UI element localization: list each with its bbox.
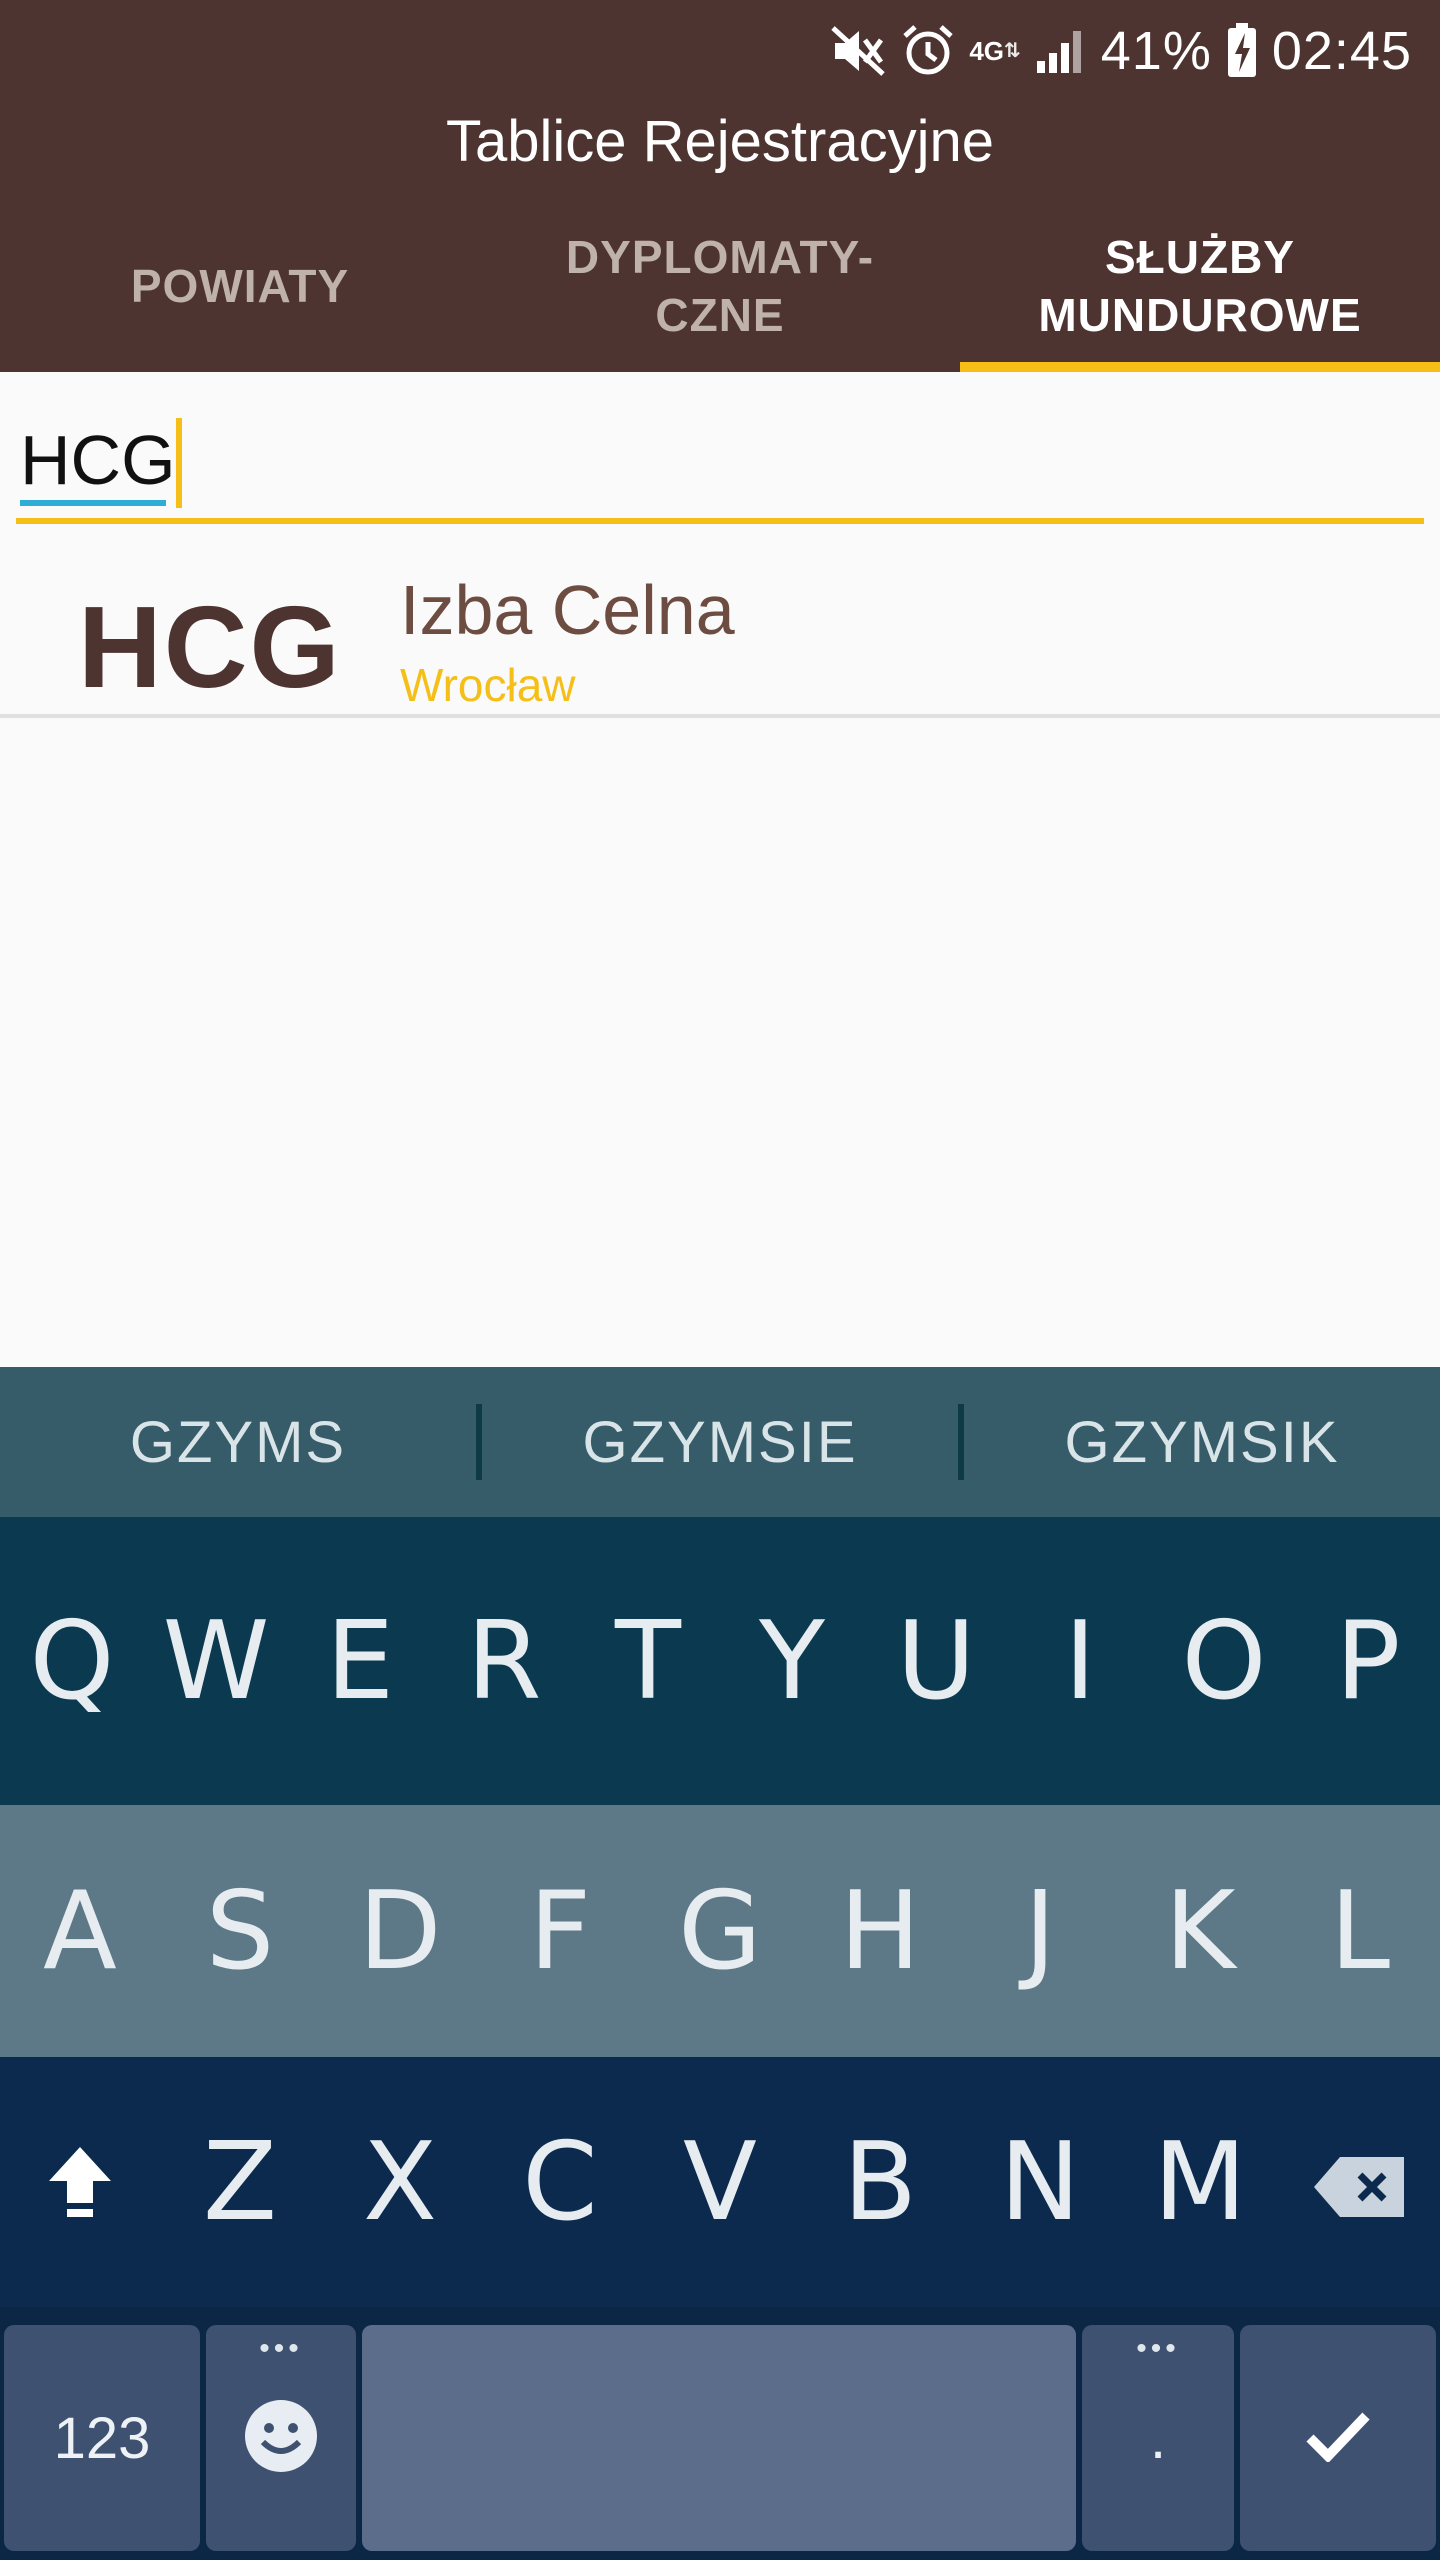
tab-label: POWIATY <box>130 260 350 312</box>
result-city: Wrocław <box>400 659 576 711</box>
suggestion-3[interactable]: GZYMSIK <box>964 1409 1440 1476</box>
battery-charging-icon <box>1226 23 1258 79</box>
tab-sluzby-mundurowe[interactable]: SŁUŻBY MUNDUROWE <box>960 200 1440 372</box>
key-row-2: A S D F G H J K L <box>0 1805 1440 2057</box>
key-a[interactable]: A <box>0 1805 160 2057</box>
key-z[interactable]: Z <box>160 2057 320 2307</box>
key-j[interactable]: J <box>960 1805 1120 2057</box>
emoji-icon <box>243 2398 319 2479</box>
list-item[interactable]: HCG Izba Celna Wrocław <box>0 540 1440 714</box>
suggestion-1[interactable]: GZYMS <box>0 1409 476 1476</box>
key-w[interactable]: W <box>144 1517 288 1805</box>
alarm-icon <box>901 24 955 78</box>
period-key[interactable]: ••• . <box>1082 2325 1234 2551</box>
shift-key[interactable] <box>0 2057 160 2307</box>
key-c[interactable]: C <box>480 2057 640 2307</box>
tab-powiaty[interactable]: POWIATY <box>0 200 480 372</box>
key-d[interactable]: D <box>320 1805 480 2057</box>
backspace-icon <box>1312 2120 1408 2245</box>
key-p[interactable]: P <box>1296 1517 1440 1805</box>
key-b[interactable]: B <box>800 2057 960 2307</box>
tab-indicator <box>960 362 1440 372</box>
key-v[interactable]: V <box>640 2057 800 2307</box>
key-u[interactable]: U <box>864 1517 1008 1805</box>
tab-label: DYPLOMATY- CZNE <box>565 231 875 341</box>
key-t[interactable]: T <box>576 1517 720 1805</box>
search-input[interactable] <box>16 410 1424 510</box>
more-dots: ••• <box>1136 2332 1180 2365</box>
search-underline <box>16 518 1424 524</box>
battery-percent: 41% <box>1100 21 1212 81</box>
key-x[interactable]: X <box>320 2057 480 2307</box>
key-i[interactable]: I <box>1008 1517 1152 1805</box>
app-bar: 4G ⇅ 41% 02:45 Tablice Rejestracyjne POW… <box>0 0 1440 372</box>
status-bar: 4G ⇅ 41% 02:45 <box>0 0 1440 100</box>
key-h[interactable]: H <box>800 1805 960 2057</box>
key-row-1: Q W E R T Y U I O P <box>0 1517 1440 1805</box>
result-name: Izba Celna <box>400 571 735 649</box>
key-s[interactable]: S <box>160 1805 320 2057</box>
key-row-4: 123 ••• ••• . <box>0 2307 1440 2560</box>
key-y[interactable]: Y <box>720 1517 864 1805</box>
app-title: Tablice Rejestracyjne <box>445 109 995 174</box>
tab-dyplomatyczne[interactable]: DYPLOMATY- CZNE <box>480 200 960 372</box>
mute-icon <box>831 26 887 76</box>
text-caret <box>176 418 182 508</box>
tab-label: SŁUŻBY MUNDUROWE <box>1038 231 1362 341</box>
suggestion-2[interactable]: GZYMSIE <box>482 1409 958 1476</box>
plate-code: HCG <box>78 582 342 712</box>
key-row-3: Z X C V B N M <box>0 2057 1440 2307</box>
shift-icon <box>45 2120 115 2245</box>
more-dots: ••• <box>259 2332 303 2365</box>
period-label: . <box>1149 2405 1167 2471</box>
key-l[interactable]: L <box>1280 1805 1440 2057</box>
key-k[interactable]: K <box>1120 1805 1280 2057</box>
network-4g-icon: 4G ⇅ <box>969 36 1021 66</box>
space-bar[interactable] <box>362 2325 1076 2551</box>
emoji-key[interactable]: ••• <box>206 2325 356 2551</box>
enter-key[interactable] <box>1240 2325 1436 2551</box>
key-n[interactable]: N <box>960 2057 1120 2307</box>
soft-keyboard: GZYMS GZYMSIE GZYMSIK Q W E R T Y U I O … <box>0 1367 1440 2560</box>
enter-check-icon <box>1306 2410 1370 2467</box>
key-f[interactable]: F <box>480 1805 640 2057</box>
search-field <box>16 410 1424 528</box>
key-q[interactable]: Q <box>0 1517 144 1805</box>
clock: 02:45 <box>1271 21 1412 81</box>
signal-icon <box>1035 27 1087 75</box>
composing-underline <box>20 500 166 506</box>
backspace-key[interactable] <box>1280 2057 1440 2307</box>
key-e[interactable]: E <box>288 1517 432 1805</box>
key-o[interactable]: O <box>1152 1517 1296 1805</box>
key-m[interactable]: M <box>1120 2057 1280 2307</box>
suggestion-strip: GZYMS GZYMSIE GZYMSIK <box>0 1367 1440 1517</box>
key-r[interactable]: R <box>432 1517 576 1805</box>
numbers-key[interactable]: 123 <box>4 2325 200 2551</box>
list-divider <box>0 714 1440 718</box>
key-g[interactable]: G <box>640 1805 800 2057</box>
tab-bar: POWIATY DYPLOMATY- CZNE SŁUŻBY MUNDUROWE <box>0 200 1440 372</box>
